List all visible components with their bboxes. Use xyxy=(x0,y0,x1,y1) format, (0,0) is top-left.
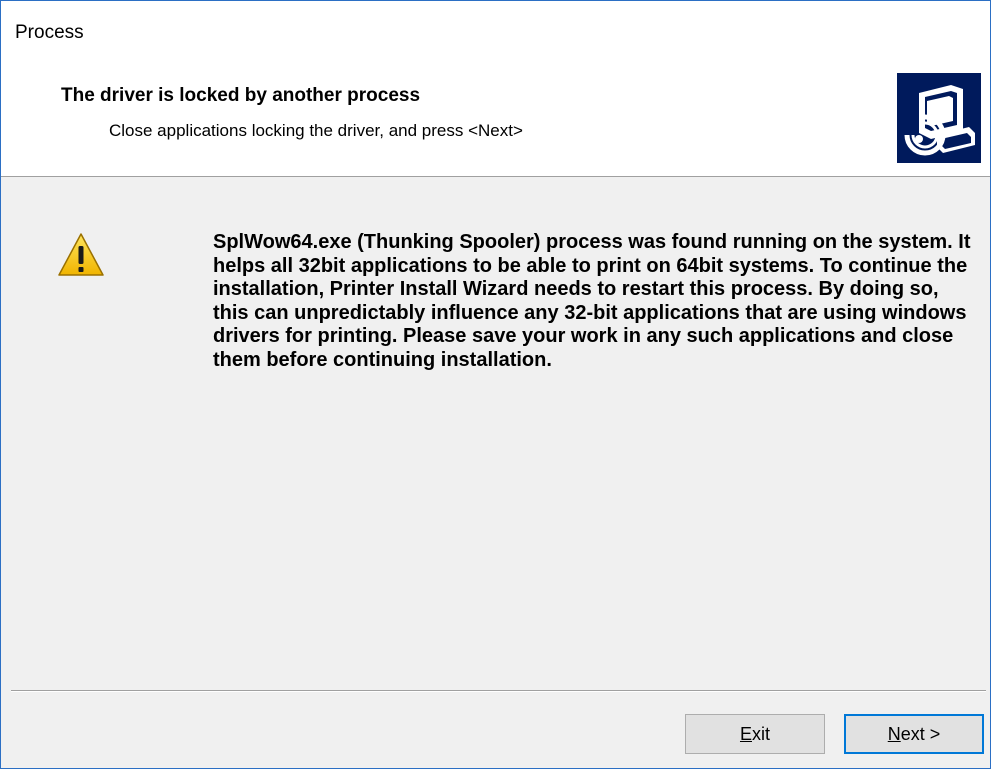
exit-button[interactable]: Exit xyxy=(685,714,825,754)
warning-message: SplWow64.exe (Thunking Spooler) process … xyxy=(213,231,971,371)
next-mnemonic: N xyxy=(887,724,901,744)
exit-mnemonic: E xyxy=(739,724,752,744)
next-button[interactable]: Next > xyxy=(844,714,984,754)
next-label: ext > xyxy=(900,724,941,744)
printer-setup-icon xyxy=(897,73,981,163)
window-title: Process xyxy=(15,22,84,43)
wizard-window: Process The driver is locked by another … xyxy=(0,0,991,769)
exit-label: xit xyxy=(752,724,770,744)
title-bar[interactable]: Process xyxy=(1,1,990,61)
warning-icon xyxy=(57,231,105,279)
page-heading: The driver is locked by another process xyxy=(61,85,421,106)
page-subheading: Close applications locking the driver, a… xyxy=(109,121,523,140)
wizard-header: The driver is locked by another process … xyxy=(1,61,990,177)
wizard-content: SplWow64.exe (Thunking Spooler) process … xyxy=(1,177,990,687)
button-separator xyxy=(11,690,986,692)
